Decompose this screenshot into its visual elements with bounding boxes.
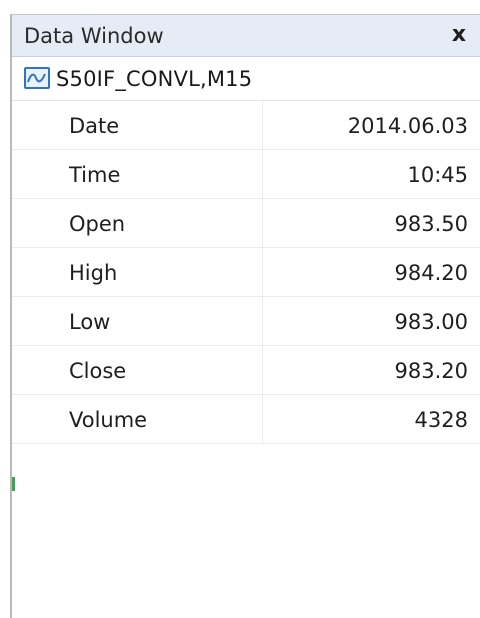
panel-titlebar[interactable]: Data Window x: [12, 15, 480, 57]
splitter-marker[interactable]: [12, 477, 15, 491]
column-divider: [262, 248, 263, 296]
row-label: Low: [69, 310, 111, 334]
data-window-panel: Data Window x S50IF_CONVL,M15 Date 2014.…: [10, 14, 480, 618]
panel-title: Data Window: [24, 24, 164, 48]
row-value: 2014.06.03: [347, 114, 468, 138]
symbol-name: S50IF_CONVL,M15: [56, 67, 253, 91]
column-divider: [262, 395, 263, 443]
column-divider: [262, 346, 263, 394]
row-label: Time: [69, 163, 121, 187]
data-table: Date 2014.06.03 Time 10:45 Open 983.50 H…: [12, 101, 480, 444]
line-chart-icon: [24, 67, 50, 89]
symbol-row: S50IF_CONVL,M15: [12, 57, 480, 101]
table-row: Time 10:45: [12, 150, 480, 199]
column-divider: [262, 150, 263, 198]
table-row: High 984.20: [12, 248, 480, 297]
table-row: Low 983.00: [12, 297, 480, 346]
row-value: 983.00: [394, 310, 468, 334]
row-value: 983.20: [394, 359, 468, 383]
row-value: 4328: [414, 408, 468, 432]
row-label: High: [69, 261, 118, 285]
table-row: Open 983.50: [12, 199, 480, 248]
table-row: Date 2014.06.03: [12, 101, 480, 150]
row-label: Volume: [69, 408, 148, 432]
table-row: Volume 4328: [12, 395, 480, 444]
row-label: Date: [69, 114, 120, 138]
row-value: 984.20: [394, 261, 468, 285]
close-button[interactable]: x: [448, 24, 470, 46]
row-label: Close: [69, 359, 127, 383]
column-divider: [262, 199, 263, 247]
column-divider: [262, 101, 263, 149]
row-value: 983.50: [394, 212, 468, 236]
row-value: 10:45: [407, 163, 468, 187]
table-row: Close 983.20: [12, 346, 480, 395]
row-label: Open: [69, 212, 126, 236]
column-divider: [262, 297, 263, 345]
